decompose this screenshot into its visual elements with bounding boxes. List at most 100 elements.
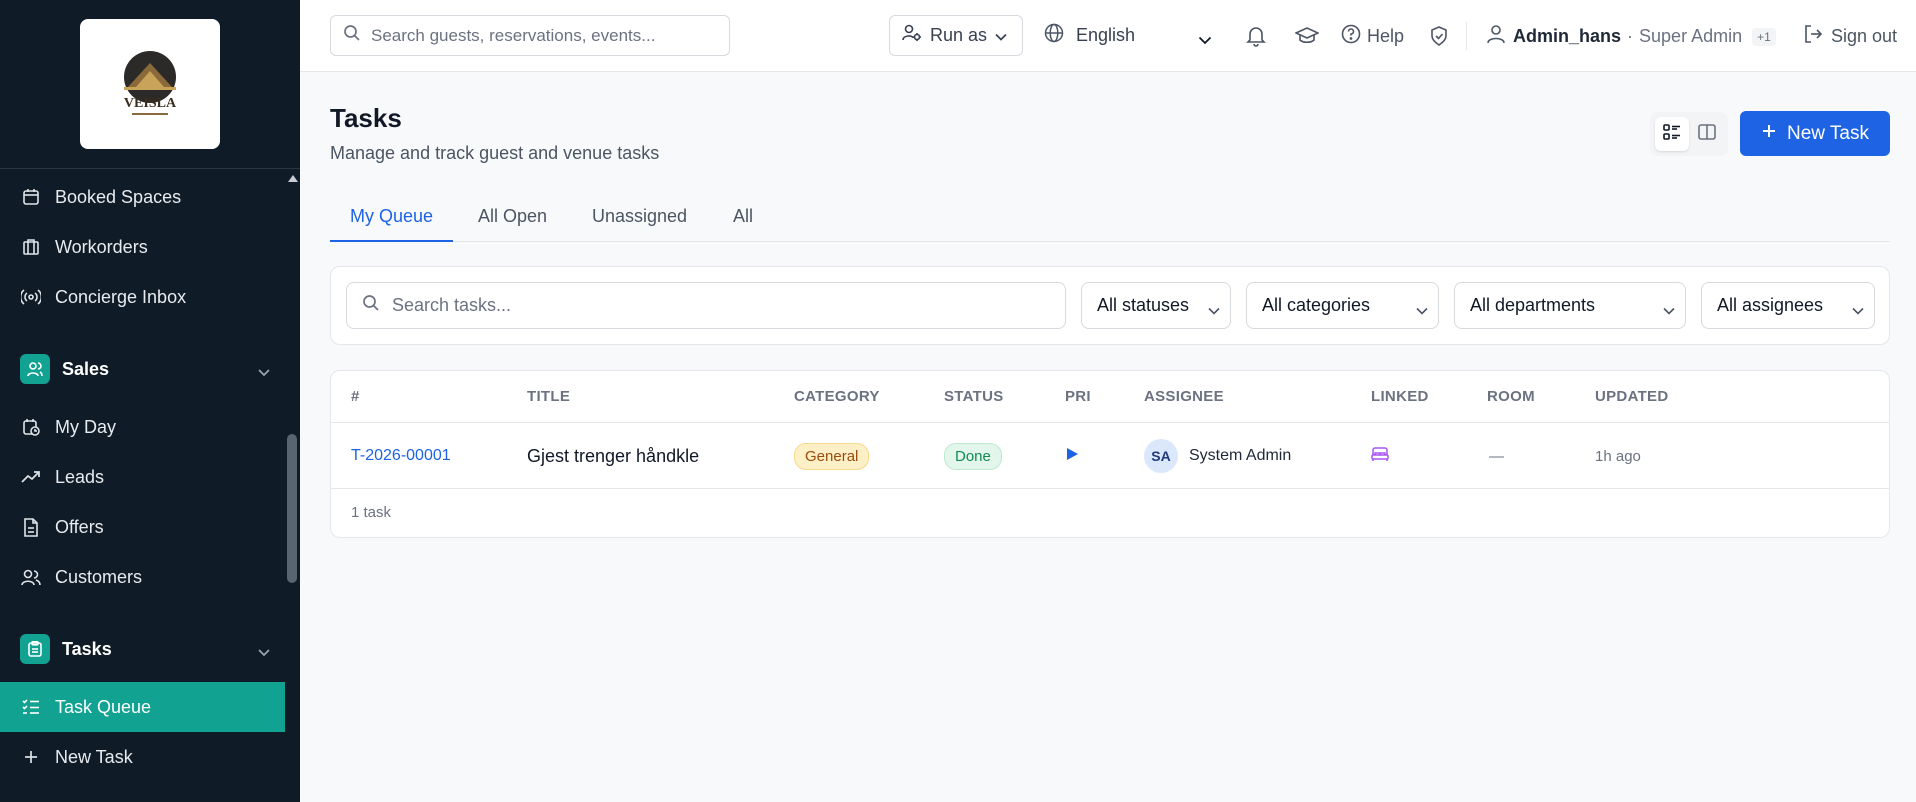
sidebar-item-leads[interactable]: Leads: [0, 452, 285, 502]
bell-icon[interactable]: [1244, 24, 1268, 48]
tasks-table: # TITLE CATEGORY STATUS PRI ASSIGNEE LIN…: [330, 370, 1890, 538]
topbar-divider: [1466, 22, 1467, 50]
graduation-cap-icon[interactable]: [1295, 24, 1319, 48]
search-icon: [362, 294, 380, 317]
chevron-down-icon: [1416, 299, 1428, 320]
play-icon: [1065, 447, 1079, 466]
tab-all[interactable]: All: [733, 196, 753, 242]
user-separator: ·: [1627, 26, 1634, 46]
status-badge: Done: [944, 442, 1002, 470]
bed-icon[interactable]: [1371, 446, 1389, 466]
sidebar-group-sales[interactable]: Sales: [0, 341, 285, 397]
task-id-link[interactable]: T-2026-00001: [351, 423, 451, 489]
task-search-input[interactable]: [392, 295, 1042, 316]
task-id: T-2026-00001: [351, 447, 451, 464]
sign-out-button[interactable]: Sign out: [1795, 24, 1897, 49]
language-label: English: [1076, 25, 1136, 45]
plus-icon: [20, 746, 42, 768]
calendar-clock-icon: [20, 416, 42, 438]
new-task-label: New Task: [1786, 122, 1869, 144]
sidebar-item-task-queue[interactable]: Task Queue: [0, 682, 285, 732]
logo-area: VEISLA: [0, 0, 300, 169]
view-toggle: [1650, 112, 1728, 156]
logo-emblem-icon: VEISLA: [123, 51, 176, 115]
new-task-button[interactable]: New Task: [1740, 111, 1890, 156]
sidebar-item-label: Workorders: [55, 236, 148, 257]
sidebar-scrollbar[interactable]: [285, 169, 300, 802]
sidebar-item-concierge-inbox[interactable]: Concierge Inbox: [0, 272, 285, 322]
category-filter[interactable]: All categories: [1246, 282, 1439, 329]
sign-out-label: Sign out: [1831, 26, 1898, 46]
help-link[interactable]: Help: [1341, 24, 1404, 49]
sidebar-item-label: Booked Spaces: [55, 186, 182, 207]
tab-unassigned[interactable]: Unassigned: [592, 196, 687, 242]
sidebar-item-new-task[interactable]: New Task: [0, 732, 285, 782]
language-select[interactable]: English: [1042, 15, 1222, 56]
status-filter[interactable]: All statuses: [1081, 282, 1231, 329]
clipboard-icon: [20, 634, 50, 664]
scroll-thumb[interactable]: [287, 434, 297, 583]
sidebar-nav: Booked Spaces Workorders Concierge Inbox…: [0, 169, 285, 802]
sidebar-item-label: Offers: [55, 516, 104, 537]
globe-icon: [1044, 23, 1064, 48]
tab-all-open[interactable]: All Open: [478, 196, 547, 242]
sidebar-item-booked-spaces[interactable]: Booked Spaces: [0, 172, 285, 222]
role-extra-badge: +1: [1752, 27, 1776, 46]
topbar: Run as English Help Admin_hans · Super: [300, 0, 1916, 72]
users-icon: [20, 566, 42, 588]
help-circle-icon: [1341, 24, 1361, 49]
broadcast-icon: [20, 286, 42, 308]
logo[interactable]: VEISLA: [79, 19, 220, 149]
user-menu[interactable]: Admin_hans · Super Admin +1: [1487, 24, 1776, 49]
sidebar-group-label: Tasks: [62, 638, 112, 659]
chevron-down-icon: [995, 25, 1007, 46]
run-as-button[interactable]: Run as: [889, 15, 1023, 56]
scroll-up-arrow-icon[interactable]: [288, 175, 298, 182]
task-title: Gjest trenger håndkle: [527, 445, 700, 466]
global-search-input[interactable]: [371, 25, 711, 46]
category-filter-value: All categories: [1262, 295, 1371, 315]
columns-icon: [1698, 123, 1716, 145]
task-search[interactable]: [346, 282, 1066, 329]
status-cell: Done: [944, 423, 1002, 489]
user-name: Admin_hans: [1513, 26, 1622, 46]
column-header: TITLE: [527, 388, 571, 405]
sidebar-item-workorders[interactable]: Workorders: [0, 222, 285, 272]
sidebar: VEISLA Booked Spaces Workorders Concierg…: [0, 0, 300, 802]
page-title: Tasks: [330, 103, 402, 133]
trending-up-icon: [20, 466, 42, 488]
sidebar-item-label: Customers: [55, 566, 143, 587]
sidebar-item-label: Leads: [55, 466, 105, 487]
user-icon: [1487, 24, 1505, 49]
assignee-filter[interactable]: All assignees: [1701, 282, 1875, 329]
board-view-button[interactable]: [1690, 117, 1724, 151]
sidebar-item-my-day[interactable]: My Day: [0, 402, 285, 452]
sidebar-group-label: Sales: [62, 358, 110, 379]
category-cell: General: [794, 423, 870, 489]
task-count: 1 task: [351, 504, 392, 521]
page-subtitle: Manage and track guest and venue tasks: [330, 143, 660, 163]
table-row[interactable]: T-2026-00001 Gjest trenger håndkle Gener…: [331, 423, 1889, 489]
sidebar-item-label: Task Queue: [55, 696, 152, 717]
category-badge: General: [794, 442, 870, 470]
chevron-down-icon: [257, 641, 271, 662]
sidebar-group-tasks[interactable]: Tasks: [0, 621, 285, 677]
tab-my-queue[interactable]: My Queue: [330, 196, 453, 242]
sidebar-item-label: New Task: [55, 746, 133, 767]
department-filter[interactable]: All departments: [1454, 282, 1686, 329]
global-search[interactable]: [330, 15, 730, 56]
assignee-cell: SA System Admin: [1144, 423, 1291, 489]
sidebar-item-offers[interactable]: Offers: [0, 502, 285, 552]
column-header: CATEGORY: [794, 388, 880, 405]
chevron-down-icon: [1198, 29, 1212, 50]
department-filter-value: All departments: [1470, 295, 1596, 315]
search-icon: [343, 24, 361, 47]
list-view-button[interactable]: [1655, 117, 1689, 151]
sidebar-item-customers[interactable]: Customers: [0, 552, 285, 602]
column-header: LINKED: [1371, 388, 1429, 405]
room-cell: —: [1489, 423, 1504, 489]
room-value: —: [1489, 447, 1504, 465]
shield-check-icon[interactable]: [1427, 24, 1451, 48]
chevron-down-icon: [1852, 299, 1864, 320]
assignee-name: System Admin: [1189, 447, 1292, 464]
